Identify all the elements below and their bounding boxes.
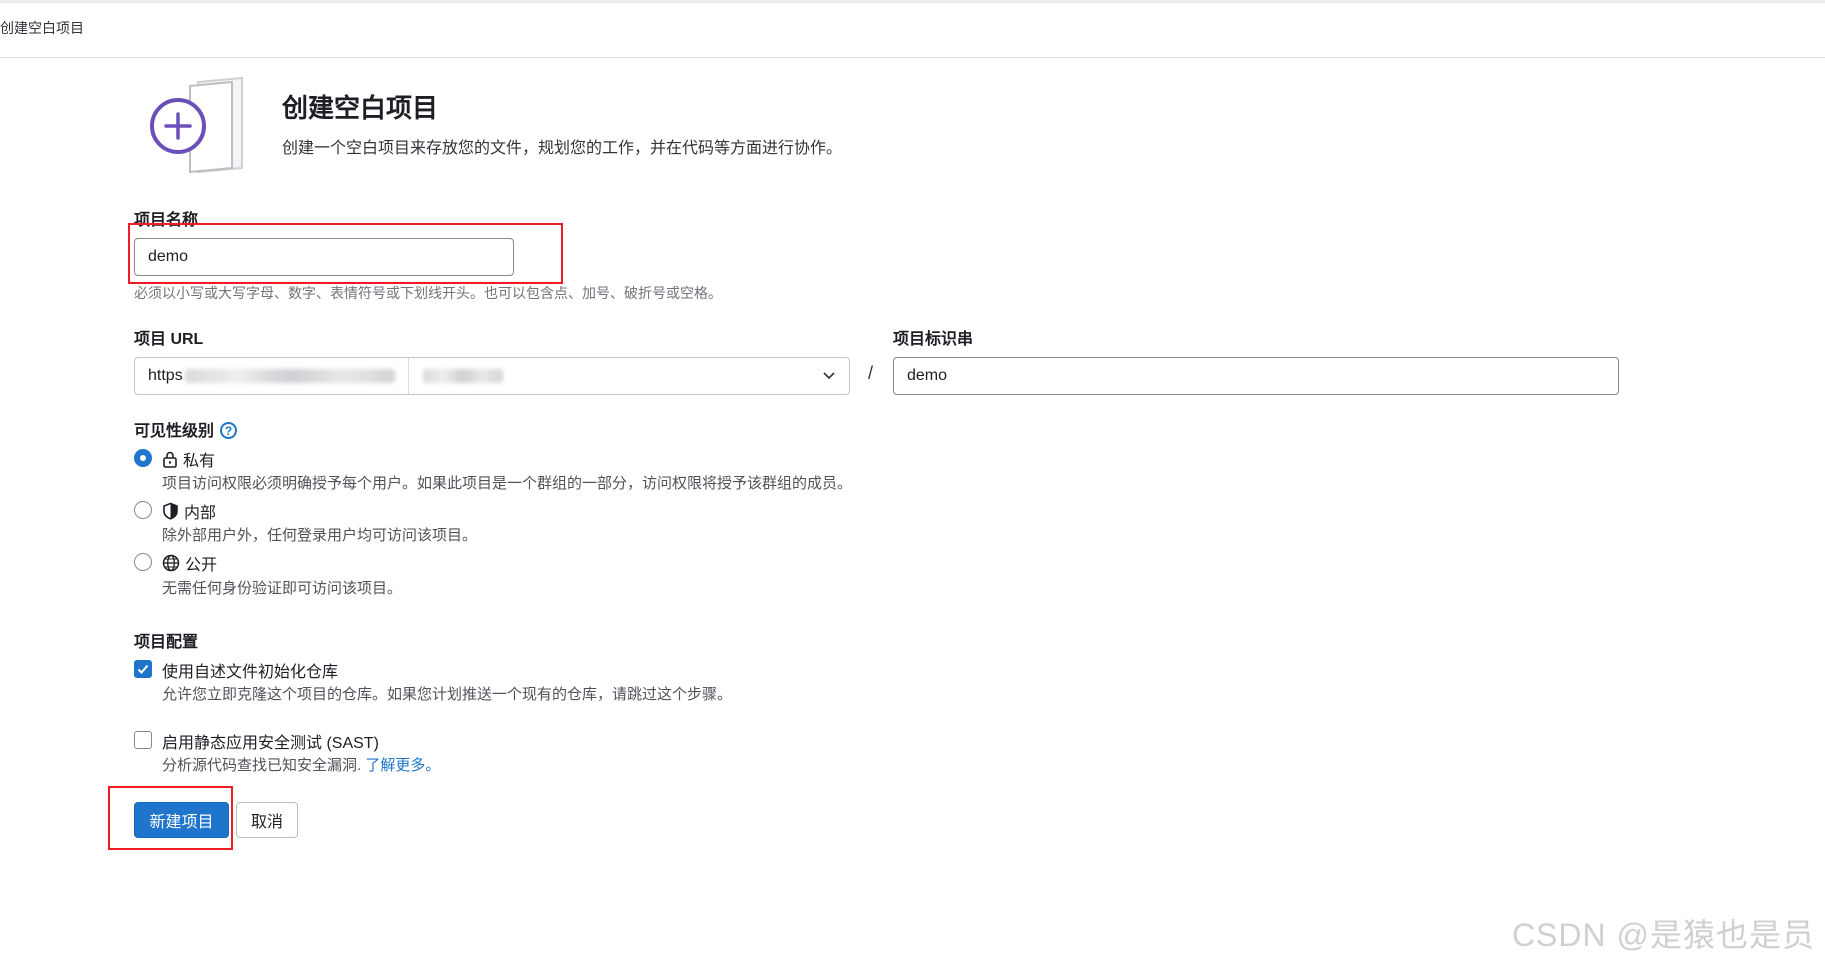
- highlight-box-create-button: [108, 786, 233, 850]
- page-title: 创建空白项目: [282, 93, 439, 123]
- visibility-public-title: 公开: [162, 551, 217, 575]
- sast-description-text: 分析源代码查找已知安全漏洞.: [162, 757, 362, 774]
- visibility-internal-radio[interactable]: [134, 501, 152, 519]
- question-circle-icon[interactable]: ?: [220, 422, 238, 440]
- sast-label: 启用静态应用安全测试 (SAST): [162, 735, 379, 752]
- check-icon: [137, 664, 149, 674]
- readme-checkbox[interactable]: [134, 660, 152, 678]
- project-url-prefix-text: https: [148, 367, 183, 384]
- project-url-namespace-select[interactable]: https: [134, 357, 850, 395]
- visibility-internal-title: 内部: [162, 499, 216, 523]
- project-name-hint: 必须以小写或大写字母、数字、表情符号或下划线开头。也可以包含点、加号、破折号或空…: [134, 285, 722, 301]
- visibility-public-radio[interactable]: [134, 553, 152, 571]
- visibility-public-description: 无需任何身份验证即可访问该项目。: [162, 580, 403, 597]
- visibility-internal-label: 内部: [184, 505, 217, 522]
- visibility-private-description: 项目访问权限必须明确授予每个用户。如果此项目是一个群组的一部分，访问权限将授予该…: [162, 475, 853, 492]
- project-config-label: 项目配置: [134, 634, 199, 651]
- chevron-down-icon: [809, 372, 849, 380]
- learn-more-link[interactable]: 了解更多。: [365, 757, 440, 774]
- visibility-label: 可见性级别?: [134, 417, 238, 441]
- blank-project-illustration-icon: [150, 76, 243, 174]
- url-separator: /: [868, 363, 874, 383]
- readme-description: 允许您立即克隆这个项目的仓库。如果您计划推送一个现有的仓库，请跳过这个步骤。: [162, 686, 733, 703]
- highlight-box-project-name: [128, 223, 563, 284]
- readme-label: 使用自述文件初始化仓库: [162, 664, 339, 681]
- visibility-private-label: 私有: [183, 453, 216, 470]
- cancel-button[interactable]: 取消: [236, 802, 298, 838]
- sast-checkbox[interactable]: [134, 731, 152, 749]
- watermark: CSDN @是猿也是员: [1511, 917, 1815, 953]
- project-url-label: 项目 URL: [134, 331, 204, 348]
- breadcrumb-divider: [0, 57, 1825, 58]
- shield-icon: [163, 502, 178, 520]
- redacted-url: [184, 369, 395, 383]
- project-url-namespace: [409, 358, 809, 394]
- visibility-private-radio[interactable]: [134, 449, 152, 467]
- visibility-public-label: 公开: [185, 557, 218, 574]
- project-slug-label: 项目标识串: [893, 331, 974, 348]
- globe-icon: [162, 554, 180, 572]
- page-description: 创建一个空白项目来存放您的文件，规划您的工作，并在代码等方面进行协作。: [282, 140, 843, 157]
- redacted-namespace: [423, 369, 503, 383]
- lock-icon: [163, 451, 177, 468]
- sast-description: 分析源代码查找已知安全漏洞. 了解更多。: [162, 754, 440, 775]
- visibility-private-title: 私有: [162, 447, 215, 471]
- visibility-internal-description: 除外部用户外，任何登录用户均可访问该项目。: [162, 527, 478, 544]
- breadcrumb[interactable]: 创建空白项目: [0, 18, 84, 38]
- top-border: [0, 0, 1825, 3]
- project-url-prefix: https: [135, 358, 409, 394]
- visibility-label-text: 可见性级别: [134, 423, 215, 440]
- project-slug-input[interactable]: demo: [893, 357, 1619, 395]
